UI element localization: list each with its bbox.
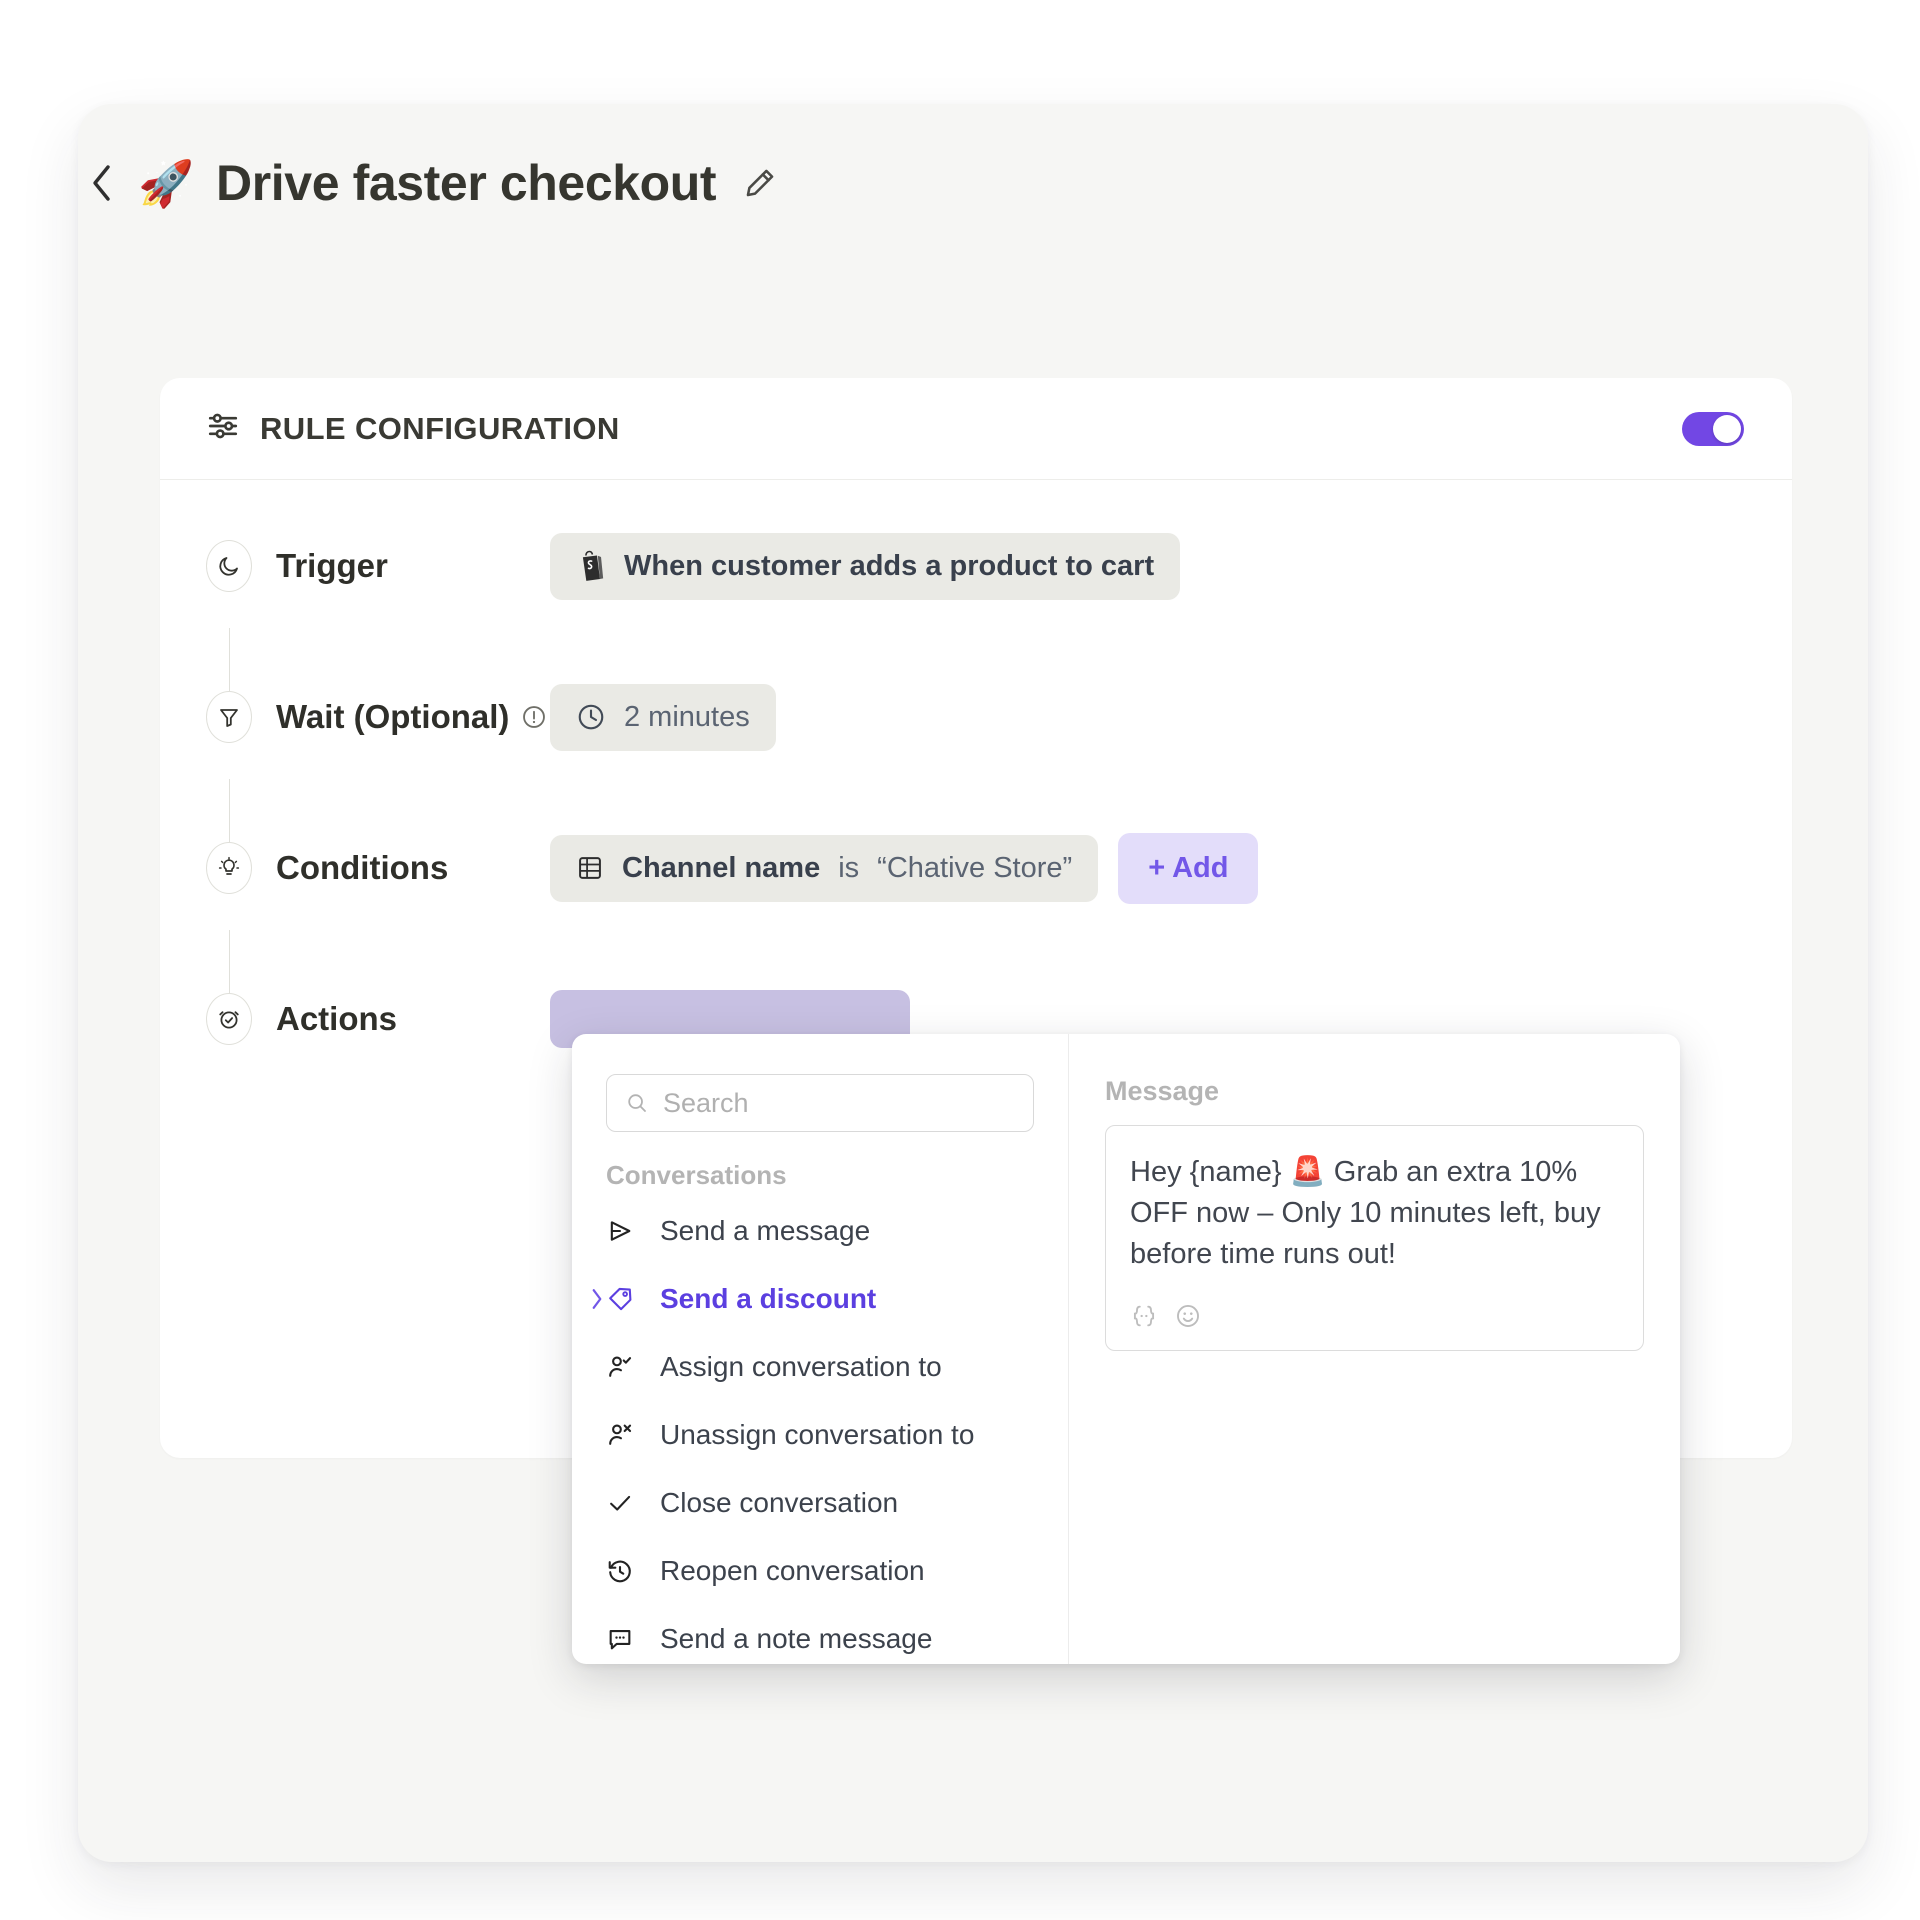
step-wait-label: Wait (Optional) — [276, 698, 510, 735]
send-icon — [606, 1217, 650, 1245]
menu-item-label: Close conversation — [660, 1487, 899, 1518]
search-input[interactable] — [663, 1087, 1015, 1119]
toggle-knob — [1713, 414, 1741, 443]
action-list-pane: Conversations Send a message — [572, 1034, 1069, 1664]
condition-field: Channel name — [622, 851, 821, 884]
moon-icon — [206, 540, 252, 592]
trigger-chip-text: When customer adds a product to cart — [624, 549, 1155, 582]
menu-item-send-a-discount[interactable]: Send a discount — [572, 1265, 1068, 1333]
action-detail-pane: Message Hey {name} 🚨 Grab an extra 10% O… — [1069, 1034, 1680, 1664]
search-icon — [625, 1091, 649, 1115]
back-button[interactable] — [80, 162, 122, 204]
note-bubble-icon — [606, 1625, 650, 1653]
message-field-label: Message — [1105, 1076, 1220, 1106]
action-picker-popover: Conversations Send a message — [572, 1034, 1680, 1664]
step-actions-label: Actions — [276, 1000, 398, 1037]
page-title: Drive faster checkout — [216, 155, 717, 211]
merge-tag-icon[interactable] — [1130, 1302, 1158, 1330]
sliders-icon — [206, 409, 240, 448]
rule-card-title: RULE CONFIGURATION — [260, 410, 620, 446]
shopify-bag-icon — [576, 550, 606, 582]
info-circle-icon[interactable] — [521, 704, 547, 730]
step-wait: Wait (Optional) 2 minutes — [160, 679, 1792, 755]
history-icon — [606, 1557, 650, 1585]
page-header: 🚀 Drive faster checkout — [80, 148, 782, 218]
menu-item-send-a-message[interactable]: Send a message — [572, 1197, 1068, 1265]
menu-item-unassign-conversation-to[interactable]: Unassign conversation to — [572, 1401, 1068, 1469]
step-trigger: Trigger When customer adds a product to … — [160, 528, 1792, 604]
menu-item-send-a-note-message[interactable]: Send a note message — [572, 1605, 1068, 1664]
rule-steps: Trigger When customer adds a product to … — [160, 480, 1792, 1057]
rule-enable-toggle[interactable] — [1682, 411, 1744, 446]
lightbulb-icon — [206, 842, 252, 894]
emoji-smiley-icon[interactable] — [1174, 1302, 1202, 1330]
table-icon — [576, 854, 604, 882]
alarm-check-icon — [206, 993, 252, 1045]
action-group-label: Conversations — [606, 1160, 787, 1190]
pencil-icon — [746, 169, 774, 197]
rocket-emoji: 🚀 — [138, 157, 195, 209]
menu-item-label: Reopen conversation — [660, 1555, 925, 1586]
message-editor[interactable]: Hey {name} 🚨 Grab an extra 10% OFF now –… — [1105, 1125, 1644, 1351]
menu-item-label: Send a message — [660, 1215, 871, 1246]
message-text: Hey {name} 🚨 Grab an extra 10% OFF now –… — [1130, 1156, 1601, 1271]
condition-chip[interactable]: Channel name is “Chative Store” — [550, 834, 1099, 902]
menu-item-label: Send a discount — [660, 1283, 877, 1314]
condition-value: “Chative Store” — [877, 851, 1073, 884]
menu-item-label: Assign conversation to — [660, 1351, 942, 1382]
message-toolbar — [1130, 1302, 1619, 1330]
step-conditions: Conditions Channel name is “Chative Stor… — [160, 830, 1792, 906]
user-x-icon — [606, 1421, 650, 1449]
wait-chip[interactable]: 2 minutes — [550, 683, 776, 751]
trigger-chip[interactable]: When customer adds a product to cart — [550, 532, 1181, 600]
wait-chip-text: 2 minutes — [624, 700, 750, 733]
chevron-left-icon — [93, 165, 110, 201]
menu-item-label: Unassign conversation to — [660, 1419, 975, 1450]
step-conditions-label: Conditions — [276, 849, 449, 886]
rule-card-header: RULE CONFIGURATION — [160, 378, 1792, 480]
menu-item-assign-conversation-to[interactable]: Assign conversation to — [572, 1333, 1068, 1401]
menu-item-close-conversation[interactable]: Close conversation — [572, 1469, 1068, 1537]
user-check-icon — [606, 1353, 650, 1381]
funnel-icon — [206, 691, 252, 743]
step-trigger-label: Trigger — [276, 547, 388, 584]
condition-operator: is — [838, 851, 860, 884]
check-icon — [606, 1489, 650, 1517]
tag-icon — [606, 1285, 650, 1313]
chevron-right-icon — [590, 1288, 604, 1310]
clock-icon — [576, 702, 606, 732]
menu-item-reopen-conversation[interactable]: Reopen conversation — [572, 1537, 1068, 1605]
search-box[interactable] — [606, 1074, 1034, 1132]
edit-title-button[interactable] — [738, 161, 782, 205]
add-condition-button[interactable]: + Add — [1118, 832, 1259, 904]
menu-item-label: Send a note message — [660, 1623, 933, 1654]
